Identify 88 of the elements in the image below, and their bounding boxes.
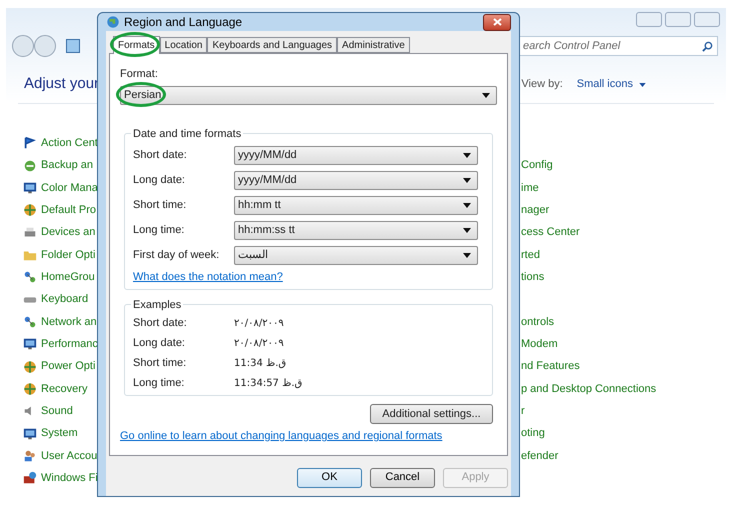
control-panel-link[interactable]: Windows Fi [41, 470, 98, 487]
tab[interactable]: Location [160, 37, 208, 53]
dropdown[interactable]: السبت [234, 246, 478, 264]
dropdown-arrow-icon [482, 92, 490, 98]
control-panel-link[interactable]: Keyboard [41, 291, 88, 308]
maximize-button[interactable] [665, 12, 691, 27]
dropdown[interactable]: hh:mm tt [234, 196, 478, 214]
view-by-label: View by: [521, 77, 563, 92]
forward-button[interactable] [34, 35, 56, 57]
field-label: Long date: [133, 172, 186, 188]
control-panel-link[interactable]: Default Pro [41, 202, 96, 218]
control-panel-link[interactable]: tions [521, 268, 544, 286]
minimize-button[interactable] [636, 12, 662, 27]
example-label: Long date: [133, 336, 186, 351]
control-panel-link[interactable]: Power Opti [41, 358, 96, 375]
view-by-dropdown[interactable]: Small icons [576, 76, 646, 93]
dropdown-arrow-icon [463, 228, 471, 232]
example-value: ٢٠/٠٨/٢٠٠٩ [234, 316, 284, 330]
users-icon [23, 448, 37, 463]
control-panel-link[interactable]: ime [521, 180, 539, 196]
dropdown[interactable]: yyyy/MM/dd [234, 146, 478, 164]
control-panel-link[interactable]: p and Desktop Connections [521, 380, 656, 398]
back-button[interactable] [12, 35, 34, 57]
control-panel-link[interactable]: efender [521, 448, 558, 464]
control-panel-link[interactable]: rted [521, 246, 540, 264]
globe-icon [23, 203, 37, 218]
network-icon [23, 270, 37, 284]
control-panel-link[interactable]: Action Cent [41, 134, 98, 152]
field-label: Format: [120, 67, 159, 82]
close-icon [492, 18, 502, 26]
control-panel-link[interactable]: ontrols [521, 314, 554, 330]
tab[interactable]: Keyboards and Languages [207, 37, 338, 53]
control-panel-link[interactable]: Performanc [41, 336, 98, 353]
firewall-icon [23, 471, 37, 486]
control-panel-link[interactable]: oting [521, 425, 545, 442]
dropdown[interactable]: yyyy/MM/dd [234, 170, 478, 190]
control-panel-link[interactable]: nd Features [521, 358, 580, 375]
search-icon [702, 40, 713, 52]
control-panel-link[interactable]: r [521, 403, 525, 420]
window-title: Region and Language [124, 14, 242, 31]
page-heading: Adjust your [24, 74, 100, 94]
control-panel-link[interactable]: Devices an [41, 224, 96, 241]
dropdown[interactable]: hh:mm:ss tt [234, 220, 478, 240]
control-panel-link[interactable]: Folder Opti [41, 246, 96, 264]
search-input[interactable]: earch Control Panel [523, 38, 683, 54]
control-panel-link[interactable]: System [41, 425, 78, 442]
example-value: ٢٠/٠٨/٢٠٠٩ [234, 336, 284, 350]
control-panel-link[interactable]: Color Mana [41, 180, 98, 196]
control-panel-link[interactable]: Config [521, 157, 553, 174]
example-value: 11:34:57 ق.ظ [234, 376, 302, 390]
control-panel-link[interactable]: Recovery [41, 380, 88, 398]
dropdown-arrow-icon [463, 202, 471, 208]
control-panel-link[interactable]: Modem [521, 336, 558, 353]
monitor-icon [23, 337, 37, 352]
example-label: Short time: [133, 356, 188, 371]
field-label: Short date: [133, 148, 188, 163]
globe-icon [23, 382, 37, 396]
control-panel-link[interactable]: Backup an [41, 157, 93, 174]
tab[interactable]: Administrative [337, 37, 410, 53]
example-label: Short date: [133, 316, 188, 331]
close-button[interactable] [483, 14, 511, 30]
globe-icon [106, 15, 120, 29]
flag-icon [23, 136, 37, 150]
field-label: First day of week: [133, 248, 220, 263]
online-help-link[interactable]: Go online to learn about changing languages and regional formats [120, 428, 497, 444]
dropdown-arrow-icon [639, 82, 646, 86]
monitor-icon [23, 180, 37, 195]
dialog-button[interactable]: Cancel [370, 468, 435, 488]
field-label: Long time: [133, 222, 186, 238]
control-panel-link[interactable]: Sound [41, 403, 73, 420]
example-value: 11:34 ق.ظ [234, 356, 286, 370]
control-panel-link[interactable]: cess Center [521, 224, 580, 241]
network-icon [23, 314, 37, 329]
control-panel-link[interactable]: Network an [41, 314, 97, 330]
help-link[interactable]: What does the notation mean? [133, 268, 484, 285]
dropdown-arrow-icon [463, 178, 471, 182]
example-label: Long time: [133, 376, 186, 391]
dropdown-arrow-icon [463, 252, 471, 258]
globe-icon [23, 360, 37, 374]
dropdown-arrow-icon [463, 152, 471, 158]
field-label: Short time: [133, 198, 188, 213]
monitor-icon [23, 426, 37, 441]
dialog-button[interactable]: OK [297, 468, 362, 488]
additional-settings-button[interactable]: Additional settings... [370, 404, 493, 424]
control-panel-link[interactable]: User Accou [41, 448, 98, 464]
group-title: Examples [131, 297, 184, 314]
control-panel-link[interactable]: nager [521, 202, 550, 218]
control-panel-link[interactable]: HomeGrou [41, 268, 95, 286]
